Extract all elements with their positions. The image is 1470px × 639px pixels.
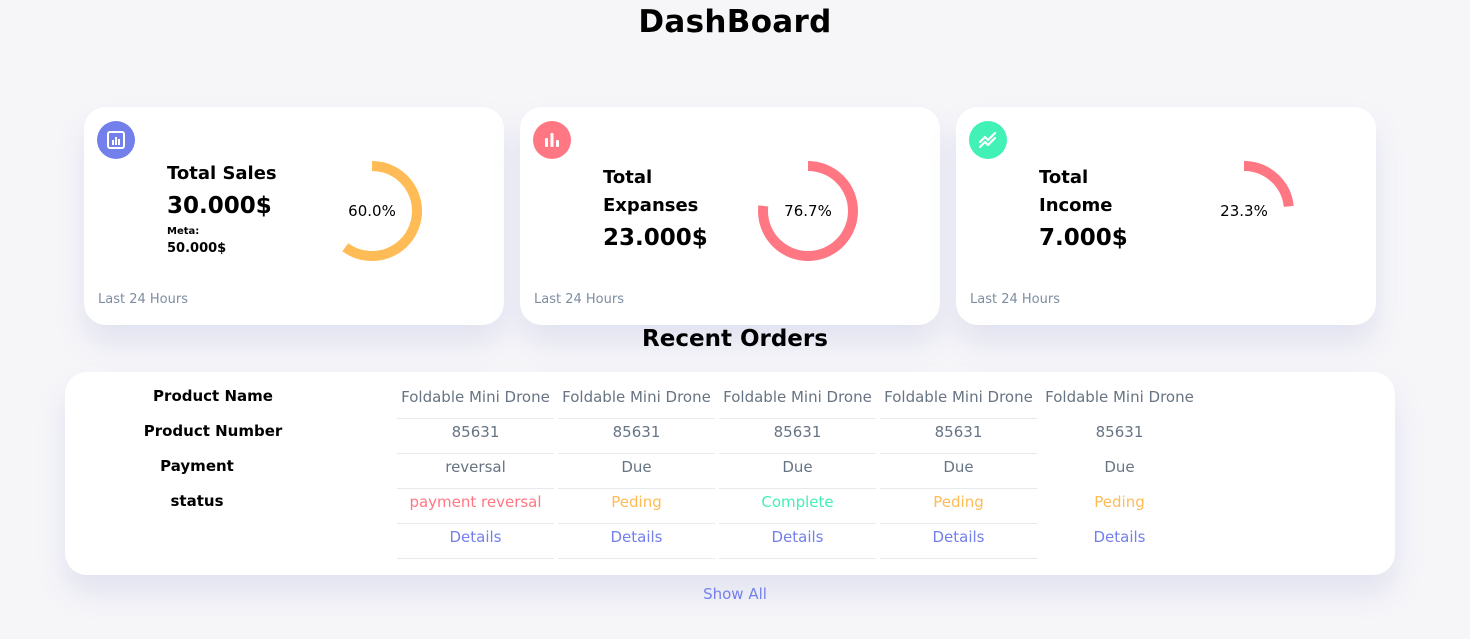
recent-orders-title: Recent Orders <box>642 326 828 352</box>
payment-cell: Due <box>1104 458 1135 476</box>
sales-card: Total Sales 30.000$ Meta: 50.000$ 60.0% … <box>84 107 504 325</box>
row-header-status: status <box>170 492 224 510</box>
card-title-line2: Expanses <box>603 195 699 216</box>
status-cell: Complete <box>719 489 876 524</box>
details-link[interactable]: Details <box>719 524 876 559</box>
progress-percent: 76.7% <box>784 202 832 220</box>
recent-orders-table: Product Name Product Number Payment stat… <box>65 372 1395 575</box>
product-number-cell: 85631 <box>1095 423 1144 441</box>
row-header-payment: Payment <box>160 457 234 475</box>
bar-chart-icon <box>97 121 135 159</box>
income-card: Total Income 7.000$ 23.3% Last 24 Hours <box>956 107 1376 325</box>
order-column: Foldable Mini Drone 85631 Due Peding Det… <box>1041 384 1198 559</box>
card-title-line2: Income <box>1039 195 1113 216</box>
details-link[interactable]: Details <box>558 524 715 559</box>
card-title: Total <box>603 167 653 188</box>
order-column: Foldable Mini Drone 85631 Due Peding Det… <box>880 384 1037 559</box>
row-header-product-number: Product Number <box>143 422 283 440</box>
payment-cell: Due <box>880 454 1037 489</box>
progress-percent: 60.0% <box>348 202 396 220</box>
progress-ring: 23.3% <box>1192 159 1296 263</box>
product-name-cell: Foldable Mini Drone <box>1045 388 1194 406</box>
card-footer: Last 24 Hours <box>534 292 624 307</box>
details-link[interactable]: Details <box>880 524 1037 559</box>
card-footer: Last 24 Hours <box>98 292 188 307</box>
payment-cell: reversal <box>397 454 554 489</box>
status-cell: Peding <box>558 489 715 524</box>
order-column: Foldable Mini Drone 85631 reversal payme… <box>397 384 554 559</box>
page-title: DashBoard <box>638 4 832 40</box>
progress-ring: 60.0% <box>320 159 424 263</box>
status-cell: Peding <box>880 489 1037 524</box>
progress-percent: 23.3% <box>1220 202 1268 220</box>
trending-icon <box>969 121 1007 159</box>
details-link[interactable]: Details <box>397 524 554 559</box>
card-meta-value: 50.000$ <box>167 241 227 256</box>
card-amount: 23.000$ <box>603 225 708 251</box>
card-title: Total <box>1039 167 1089 188</box>
status-cell: payment reversal <box>397 489 554 524</box>
product-name-cell: Foldable Mini Drone <box>880 384 1037 419</box>
stats-icon <box>533 121 571 159</box>
card-amount: 7.000$ <box>1039 225 1128 251</box>
details-link[interactable]: Details <box>1041 524 1198 559</box>
show-all-link[interactable]: Show All <box>0 585 1470 603</box>
card-meta-label: Meta: <box>167 226 200 237</box>
product-number-cell: 85631 <box>880 419 1037 454</box>
order-column: Foldable Mini Drone 85631 Due Peding Det… <box>558 384 715 559</box>
product-name-cell: Foldable Mini Drone <box>719 384 876 419</box>
card-title: Total Sales <box>167 163 277 184</box>
card-amount: 30.000$ <box>167 193 272 219</box>
product-name-cell: Foldable Mini Drone <box>397 384 554 419</box>
order-column: Foldable Mini Drone 85631 Due Complete D… <box>719 384 876 559</box>
row-header-product-name: Product Name <box>153 387 273 405</box>
progress-ring: 76.7% <box>756 159 860 263</box>
product-number-cell: 85631 <box>558 419 715 454</box>
payment-cell: Due <box>558 454 715 489</box>
product-number-cell: 85631 <box>397 419 554 454</box>
status-cell: Peding <box>1094 493 1145 511</box>
expenses-card: Total Expanses 23.000$ 76.7% Last 24 Hou… <box>520 107 940 325</box>
payment-cell: Due <box>719 454 876 489</box>
card-footer: Last 24 Hours <box>970 292 1060 307</box>
product-number-cell: 85631 <box>719 419 876 454</box>
product-name-cell: Foldable Mini Drone <box>558 384 715 419</box>
